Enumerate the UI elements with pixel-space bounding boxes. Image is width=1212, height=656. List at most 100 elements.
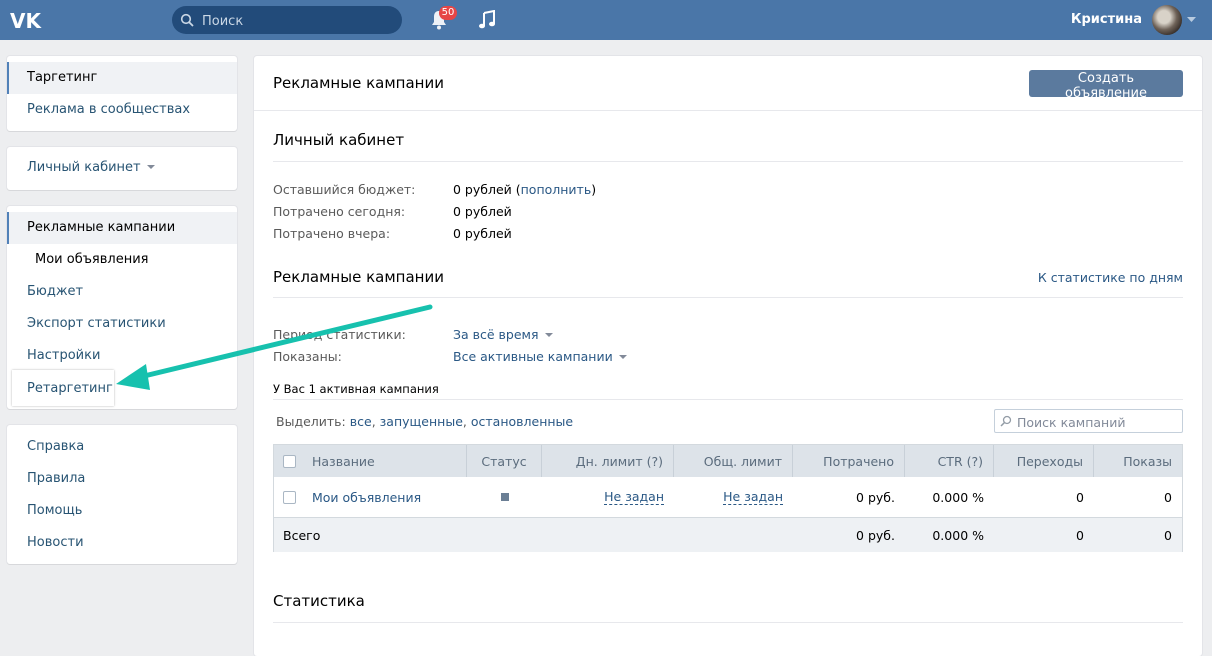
total-label: Всего [283,527,321,543]
table-row[interactable]: Мои объявления Не задан Не задан 0 руб. … [274,477,1182,517]
search-input[interactable] [200,10,394,32]
shown-dropdown-value: Все активные кампании [453,349,613,364]
sidebar-item-support[interactable]: Помощь [7,495,237,527]
cabinet-dropdown-label: Личный кабинет [27,160,141,175]
budget-paren: ) [591,182,597,197]
header-daily-limit[interactable]: Дн. лимит (?) [542,445,674,477]
table-header: Название Статус Дн. лимит (?) Общ. лимит… [274,445,1182,477]
comma: , [462,414,467,429]
header-name[interactable]: Название [312,445,467,477]
campaign-name-link[interactable]: Мои объявления [312,490,421,505]
divider [273,161,1183,162]
row-clicks: 0 [1076,489,1084,505]
campaign-search-input[interactable] [1015,412,1179,432]
search-icon [180,13,194,27]
header-spent[interactable]: Потрачено [793,445,905,477]
campaigns-table: Название Статус Дн. лимит (?) Общ. лимит… [273,444,1183,552]
chevron-down-icon [618,355,627,359]
table-total-row: Всего 0 руб. 0.000 % 0 0 [274,517,1182,552]
row-ctr: 0.000 % [932,489,984,505]
total-views: 0 [1164,527,1172,543]
row-checkbox-cell [274,477,304,517]
budget-value: 0 рублей (пополнить) [453,182,596,197]
header-views[interactable]: Показы [1094,445,1182,477]
sidebar-item-budget[interactable]: Бюджет [7,276,237,308]
page-title: Рекламные кампании [273,74,444,92]
status-indicator-icon[interactable] [500,493,509,501]
statistics-title: Статистика [273,592,365,610]
header-total-limit[interactable]: Общ. лимит [674,445,793,477]
user-name[interactable]: Кристина [1071,12,1142,27]
spent-today-label: Потрачено сегодня: [273,204,406,219]
row-total-limit-cell: Не задан [674,477,793,517]
row-status-cell [467,477,542,517]
sidebar-item-targeting[interactable]: Таргетинг [7,62,237,94]
create-ad-button[interactable]: Создать объявление [1029,70,1183,101]
row-checkbox[interactable] [282,490,296,504]
total-ctr: 0.000 % [932,527,984,543]
chevron-down-icon [146,165,155,169]
period-label: Период статистики: [273,327,406,342]
sidebar-item-help[interactable]: Справка [7,431,237,463]
header-checkbox-cell [274,445,304,477]
sidebar-ad-types: Таргетинг Реклама в сообществах [7,56,237,131]
row-spent: 0 руб. [856,489,895,505]
sidebar-item-my-ads[interactable]: Мои объявления [7,244,237,276]
row-views: 0 [1164,489,1172,505]
top-bar: VK 50 Кристина [0,0,1212,40]
avatar[interactable] [1152,5,1182,35]
chevron-down-icon [544,333,553,337]
sidebar-item-export-stats[interactable]: Экспорт статистики [7,308,237,340]
spent-yesterday-value: 0 рублей [453,226,512,241]
vk-logo-icon[interactable]: VK [10,8,44,32]
select-label: Выделить: [276,414,346,429]
divider [273,297,1183,298]
music-icon[interactable] [478,10,496,30]
header-status[interactable]: Статус [467,445,542,477]
sidebar-item-news[interactable]: Новости [7,527,237,559]
select-all-link[interactable]: все [350,414,372,429]
sidebar-item-campaigns[interactable]: Рекламные кампании [7,212,237,244]
header-clicks[interactable]: Переходы [994,445,1094,477]
budget-amount: 0 рублей ( [453,182,521,197]
daily-limit-edit[interactable]: Не задан [604,489,664,505]
shown-label: Показаны: [273,349,342,364]
sidebar-item-community-ads[interactable]: Реклама в сообществах [7,94,237,126]
period-dropdown[interactable]: За всё время [453,327,553,342]
total-spent: 0 руб. [856,527,895,543]
spent-yesterday-label: Потрачено вчера: [273,226,391,241]
select-stopped-link[interactable]: остановленные [471,414,573,429]
active-campaigns-count: У Вас 1 активная кампания [273,382,439,396]
sidebar-cabinet: Личный кабинет [7,147,237,190]
cabinet-title: Личный кабинет [273,131,405,149]
divider [254,110,1202,111]
comma: , [371,414,376,429]
notifications-badge: 50 [439,6,457,20]
search-icon [1000,415,1012,427]
period-dropdown-value: За всё время [453,327,539,342]
sidebar-item-retargeting[interactable]: Ретаргетинг [27,381,113,396]
total-limit-edit[interactable]: Не задан [723,489,783,505]
daily-stats-link[interactable]: К статистике по дням [1038,270,1183,285]
search-box[interactable] [172,6,402,34]
total-clicks: 0 [1076,527,1084,543]
header-ctr[interactable]: CTR (?) [905,445,994,477]
top-up-link[interactable]: пополнить [521,182,592,197]
row-name-cell: Мои объявления [312,477,467,517]
sidebar-item-rules[interactable]: Правила [7,463,237,495]
main-panel: Рекламные кампании Создать объявление Ли… [254,56,1202,656]
campaign-search-box[interactable] [994,409,1183,433]
spent-today-value: 0 рублей [453,204,512,219]
chevron-down-icon[interactable] [1187,17,1196,23]
sidebar-item-settings[interactable]: Настройки [7,340,237,372]
divider [273,399,1183,400]
shown-dropdown[interactable]: Все активные кампании [453,349,627,364]
sidebar-help: Справка Правила Помощь Новости [7,425,237,564]
row-daily-limit-cell: Не задан [542,477,674,517]
select-running-link[interactable]: запущенные [380,414,463,429]
svg-text:VK: VK [10,9,42,32]
cabinet-dropdown[interactable]: Личный кабинет [7,152,237,184]
divider [273,622,1183,623]
select-all-checkbox[interactable] [282,454,296,468]
campaigns-title: Рекламные кампании [273,268,444,286]
